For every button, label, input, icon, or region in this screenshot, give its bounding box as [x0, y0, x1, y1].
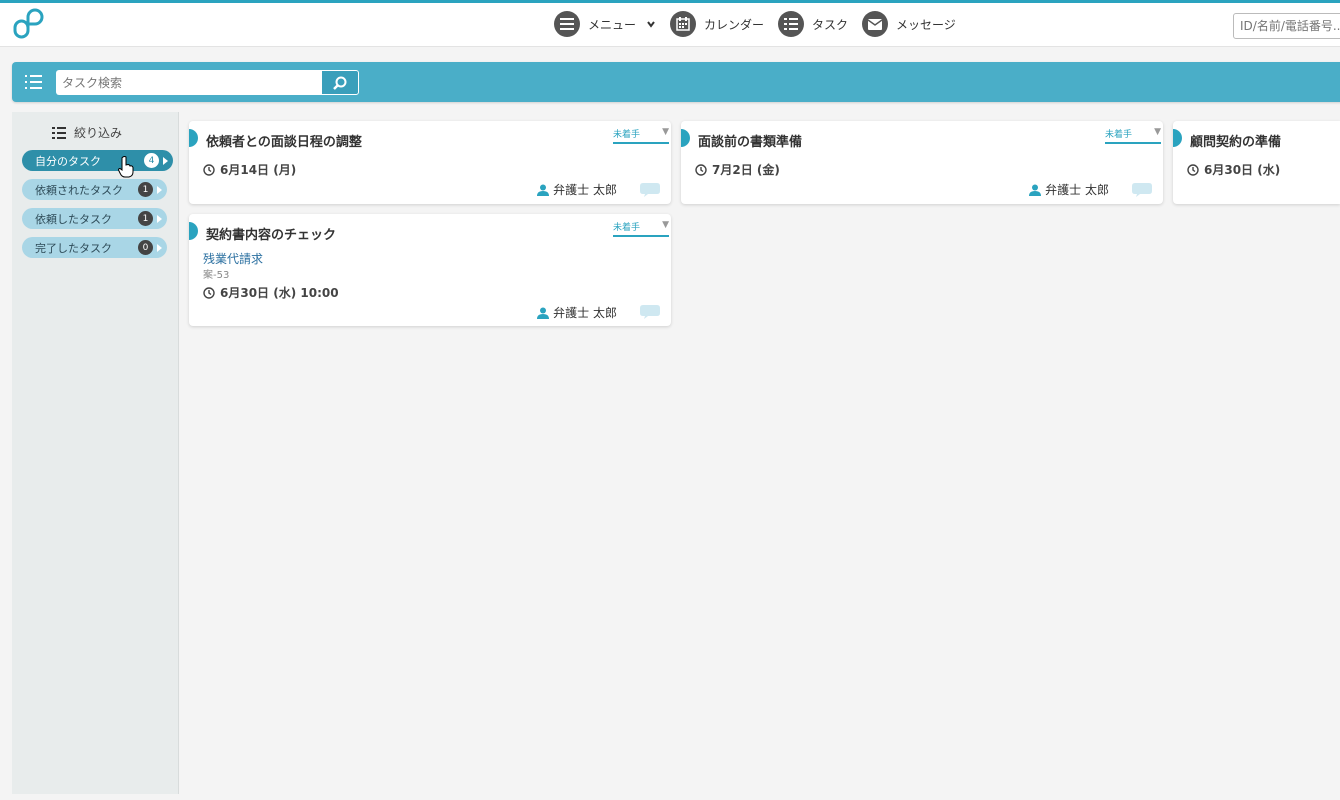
- list-icon: [52, 126, 66, 139]
- due-date-text: 6月30日 (水): [1204, 163, 1281, 177]
- task-card[interactable]: 顧問契約の準備 6月30日 (水): [1173, 121, 1340, 204]
- count-badge: 1: [138, 182, 153, 197]
- comment-icon[interactable]: [639, 304, 661, 320]
- count-badge: 4: [144, 153, 159, 168]
- filter-assigned-tasks[interactable]: 依頼したタスク 1: [22, 208, 167, 229]
- calendar-icon: [670, 11, 697, 37]
- filter-heading: 絞り込み: [52, 124, 122, 141]
- nav-menu-label: メニュー: [588, 17, 637, 32]
- card-marker: [1173, 129, 1182, 147]
- card-marker: [189, 222, 198, 240]
- user-icon: [537, 184, 550, 196]
- due-date-text: 6月14日 (月): [220, 163, 297, 177]
- card-marker: [189, 129, 198, 147]
- case-link[interactable]: 残業代請求: [203, 250, 263, 267]
- task-title: 依頼者との面談日程の調整: [206, 135, 362, 150]
- caret-down-icon: ▼: [1154, 127, 1161, 137]
- count-badge: 1: [138, 211, 153, 226]
- clock-icon: [203, 163, 215, 176]
- nav-calendar[interactable]: カレンダー: [670, 11, 764, 37]
- nav-messages-label: メッセージ: [896, 17, 956, 32]
- nav-menu[interactable]: メニュー: [554, 11, 656, 37]
- filter-completed-tasks[interactable]: 完了したタスク 0: [22, 237, 167, 258]
- search-icon: [333, 76, 347, 90]
- count-badge: 0: [138, 240, 153, 255]
- task-card[interactable]: 依頼者との面談日程の調整 未着手 ▼ 6月14日 (月) 弁護士 太郎: [189, 121, 671, 204]
- due-date: 6月30日 (水): [1187, 161, 1280, 178]
- task-search-input[interactable]: [56, 70, 322, 95]
- main-nav: メニュー カレンダー タスク メッセージ: [554, 11, 970, 37]
- mail-icon: [862, 11, 889, 37]
- header: メニュー カレンダー タスク メッセージ: [0, 3, 1340, 47]
- clock-icon: [695, 163, 707, 176]
- status-label: 未着手: [613, 223, 641, 233]
- caret-down-icon: ▼: [662, 127, 669, 137]
- assignee-name: 弁護士 太郎: [1045, 183, 1109, 197]
- filter-my-tasks[interactable]: 自分のタスク 4: [22, 150, 173, 171]
- status-label: 未着手: [1105, 130, 1133, 140]
- user-icon: [537, 307, 550, 319]
- caret-down-icon: ▼: [662, 220, 669, 230]
- assignee-name: 弁護士 太郎: [553, 183, 617, 197]
- global-search-input[interactable]: [1233, 13, 1340, 39]
- list-icon: [778, 11, 805, 37]
- filter-label: 依頼したタスク: [35, 212, 112, 226]
- nav-messages[interactable]: メッセージ: [862, 11, 956, 37]
- menu-icon: [554, 11, 580, 37]
- filter-sidebar: 絞り込み 自分のタスク 4 依頼されたタスク 1 依頼したタスク 1 完了したタ…: [12, 112, 179, 794]
- due-date-text: 7月2日 (金): [712, 163, 780, 177]
- clock-icon: [1187, 163, 1199, 176]
- status-label: 未着手: [613, 130, 641, 140]
- nav-tasks[interactable]: タスク: [778, 11, 848, 37]
- task-title: 顧問契約の準備: [1190, 135, 1282, 150]
- status-dropdown[interactable]: 未着手 ▼: [1105, 127, 1161, 144]
- task-title: 契約書内容のチェック: [206, 228, 337, 243]
- filter-requested-tasks[interactable]: 依頼されたタスク 1: [22, 179, 167, 200]
- filter-label: 完了したタスク: [35, 241, 112, 255]
- task-title: 面談前の書類準備: [698, 135, 803, 150]
- caret-right-icon: [157, 243, 162, 252]
- caret-right-icon: [157, 185, 162, 194]
- comment-icon[interactable]: [1131, 182, 1153, 198]
- app-logo[interactable]: [12, 7, 48, 43]
- status-dropdown[interactable]: 未着手 ▼: [613, 220, 669, 237]
- caret-right-icon: [157, 214, 162, 223]
- task-search-bar: [12, 62, 1340, 102]
- due-date: 7月2日 (金): [695, 161, 780, 178]
- assignee-name: 弁護士 太郎: [553, 306, 617, 320]
- filter-label: 依頼されたタスク: [35, 183, 123, 197]
- status-dropdown[interactable]: 未着手 ▼: [613, 127, 669, 144]
- caret-right-icon: [163, 156, 168, 165]
- filter-title: 絞り込み: [74, 126, 123, 140]
- due-date-text: 6月30日 (水) 10:00: [220, 286, 339, 300]
- list-toggle-icon[interactable]: [24, 73, 44, 91]
- assignee[interactable]: 弁護士 太郎: [537, 304, 617, 321]
- card-marker: [681, 129, 690, 147]
- case-id: 案-53: [203, 270, 230, 281]
- hand-cursor-icon: [118, 156, 134, 178]
- clock-icon: [203, 286, 215, 299]
- assignee[interactable]: 弁護士 太郎: [1029, 181, 1109, 198]
- comment-icon[interactable]: [639, 182, 661, 198]
- search-button[interactable]: [321, 70, 359, 95]
- task-card[interactable]: 面談前の書類準備 未着手 ▼ 7月2日 (金) 弁護士 太郎: [681, 121, 1163, 204]
- chevron-down-icon: [647, 21, 655, 28]
- nav-tasks-label: タスク: [812, 17, 849, 32]
- nav-calendar-label: カレンダー: [704, 17, 765, 32]
- user-icon: [1029, 184, 1042, 196]
- due-date: 6月14日 (月): [203, 161, 296, 178]
- due-date: 6月30日 (水) 10:00: [203, 284, 339, 301]
- task-card[interactable]: 契約書内容のチェック 未着手 ▼ 残業代請求 案-53 6月30日 (水) 10…: [189, 214, 671, 326]
- assignee[interactable]: 弁護士 太郎: [537, 181, 617, 198]
